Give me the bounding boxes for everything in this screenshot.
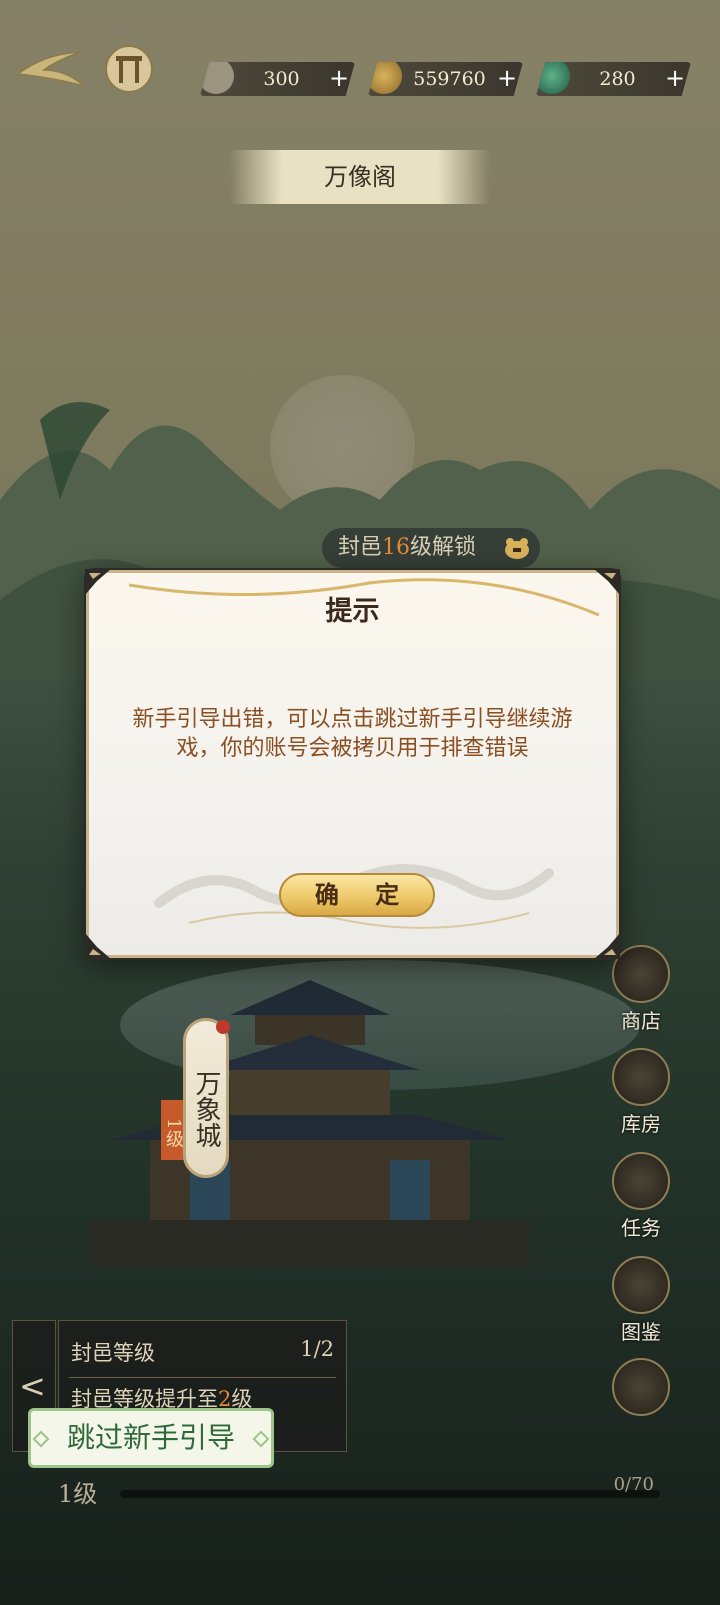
dialog-title: 提示 — [325, 596, 380, 627]
progress-text: 0/70 — [613, 1474, 654, 1495]
gate-icon[interactable] — [104, 44, 154, 94]
confirm-button[interactable]: 确 定 — [279, 873, 435, 917]
unlock-suffix: 级解锁 — [410, 535, 477, 560]
unlock-level: 16 — [382, 535, 411, 560]
resource-value: 300 — [263, 68, 300, 90]
warehouse-button[interactable]: 库房 — [610, 1048, 672, 1137]
skip-tutorial-button[interactable]: 跳过新手引导 — [28, 1408, 274, 1468]
corner-ornament-icon — [594, 933, 620, 959]
lock-icon — [505, 538, 529, 559]
view-toggle-button[interactable] — [610, 1358, 672, 1416]
player-level: 1级 — [58, 1480, 98, 1508]
page-title: 万像阁 — [230, 150, 490, 204]
shop-icon — [612, 945, 670, 1003]
level-progress-bar: 1级 0/70 — [40, 1474, 670, 1508]
resource-value: 280 — [599, 68, 636, 90]
side-label: 任务 — [621, 1216, 661, 1240]
chevron-left-icon: < — [19, 1367, 46, 1405]
city-name[interactable]: 万象城 — [183, 1018, 229, 1178]
task-icon — [612, 1152, 670, 1210]
corner-ornament-icon — [85, 933, 111, 959]
progress-track — [120, 1490, 660, 1498]
notification-dot — [216, 1020, 230, 1034]
resource-paper: 300 + — [200, 62, 355, 96]
side-label: 图鉴 — [621, 1320, 661, 1344]
resource-jade: 280 + — [536, 62, 691, 96]
city-level: 1级 — [161, 1100, 185, 1160]
warehouse-icon — [612, 1048, 670, 1106]
codex-icon — [612, 1256, 670, 1314]
unlock-prefix: 封邑 — [338, 535, 383, 560]
divider — [69, 1377, 336, 1378]
dialog-message: 新手引导出错，可以点击跳过新手引导继续游戏，你的账号会被拷贝用于排查错误 — [132, 707, 573, 761]
side-label: 库房 — [621, 1112, 661, 1136]
tip-dialog: 提示 新手引导出错，可以点击跳过新手引导继续游戏，你的账号会被拷贝用于排查错误 … — [85, 569, 620, 959]
task-button[interactable]: 任务 — [610, 1152, 672, 1241]
side-label: 商店 — [621, 1009, 661, 1033]
task-title: 封邑等级 — [71, 1341, 155, 1365]
resource-value: 559760 — [413, 68, 486, 90]
resource-coin: 559760 + — [368, 62, 523, 96]
back-icon[interactable] — [14, 48, 86, 92]
eye-icon — [612, 1358, 670, 1416]
task-count: 1/2 — [300, 1337, 334, 1361]
unlock-hint: 封邑16级解锁 — [322, 528, 540, 568]
codex-button[interactable]: 图鉴 — [610, 1256, 672, 1345]
